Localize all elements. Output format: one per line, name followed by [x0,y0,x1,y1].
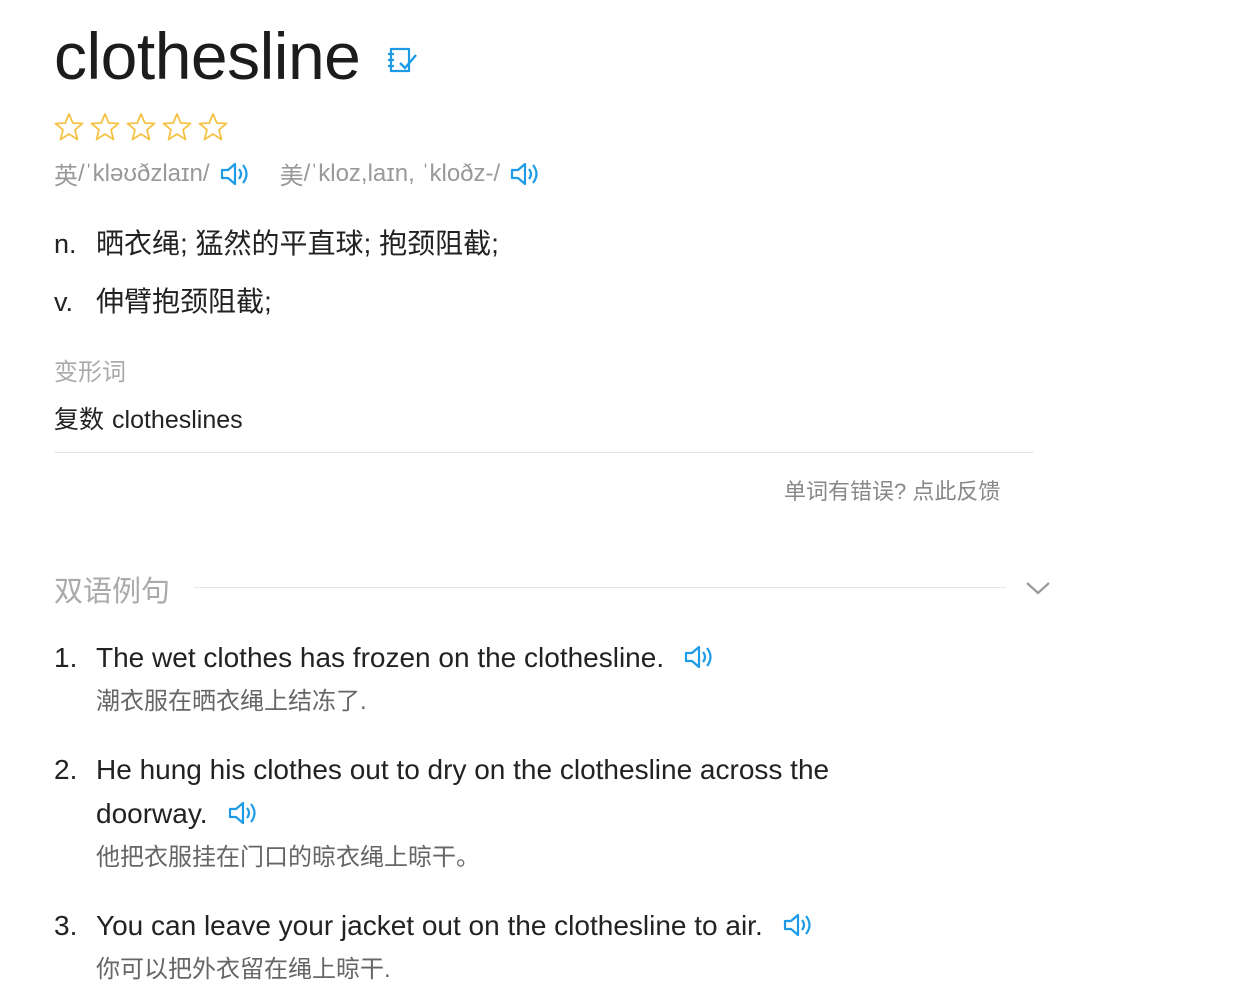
example-english: You can leave your jacket out on the clo… [96,904,894,948]
example-number: 2. [54,754,78,785]
example-chinese: 他把衣服挂在门口的晾衣绳上晾干。 [96,844,480,871]
example-english-text: You can leave your jacket out on the clo… [96,910,763,941]
example-number: 3. [54,910,78,941]
inflections-label: 变形词 [54,359,126,386]
uk-label: 英 [54,163,78,190]
error-feedback-link[interactable]: 单词有错误? 点此反馈 [784,474,1000,506]
word-detail-page: clothesline 英 /ˈkləʊðzlaɪn/ 美 /ˈkloz,laɪ… [0,0,1250,998]
us-phonetic: 美 /ˈkloz,laɪn, ˈkloðz-/ [280,156,543,191]
star-icon [54,113,84,141]
inflection-type: 复数 [54,406,105,434]
example-item: 2. He hung his clothes out to dry on the… [54,748,874,878]
definition-text: 晒衣绳; 猛然的平直球; 抱颈阻截; [96,228,499,259]
example-pronounce-button[interactable] [781,908,815,942]
uk-phonetic-text: /ˈkləʊðzlaɪn/ [78,159,210,187]
uk-pronounce-button[interactable] [218,157,252,191]
star-rating [54,112,228,142]
example-pronounce-button[interactable] [682,640,716,674]
add-to-wordbook-button[interactable] [384,42,420,78]
us-pronounce-button[interactable] [508,157,542,191]
example-sentences: 1. The wet clothes has frozen on the clo… [54,636,954,990]
star-icon [198,113,228,141]
section-divider [194,587,1006,588]
speaker-icon [511,162,538,185]
example-english: The wet clothes has frozen on the clothe… [96,636,794,680]
collapse-section-button[interactable] [1022,574,1054,602]
star-icon [162,113,192,141]
word-header: clothesline [54,16,420,96]
example-chinese: 你可以把外衣留在绳上晾干. [96,956,391,983]
wordbook-add-icon [388,47,418,73]
example-english-text: He hung his clothes out to dry on the cl… [96,754,830,829]
definition-item: v. 伸臂抱颈阻截; [54,280,499,338]
us-phonetic-text: /ˈkloz,laɪn, ˈkloðz-/ [303,159,501,187]
definition-text: 伸臂抱颈阻截; [96,286,272,317]
example-pronounce-button[interactable] [226,796,260,830]
speaker-icon [220,162,248,185]
headword: clothesline [54,19,361,93]
star-icon [90,113,120,141]
example-item: 1. The wet clothes has frozen on the clo… [54,636,794,722]
part-of-speech: v. [54,287,73,317]
part-of-speech: n. [54,229,77,259]
star-icon [126,113,156,141]
definition-item: n. 晒衣绳; 猛然的平直球; 抱颈阻截; [54,222,499,280]
chevron-down-icon [1026,582,1050,595]
phonetic-row: 英 /ˈkləʊðzlaɪn/ 美 /ˈkloz,laɪn, ˈkloðz-/ [54,156,542,191]
example-item: 3. You can leave your jacket out on the … [54,904,894,990]
uk-phonetic: 英 /ˈkləʊðzlaɪn/ [54,156,252,191]
bilingual-section-title: 双语例句 [54,576,171,608]
definitions-list: n. 晒衣绳; 猛然的平直球; 抱颈阻截; v. 伸臂抱颈阻截; [54,222,499,338]
example-english-text: The wet clothes has frozen on the clothe… [96,642,665,673]
inflection-item: 复数 clotheslines [54,400,243,436]
example-number: 1. [54,642,78,673]
example-english: He hung his clothes out to dry on the cl… [96,748,874,836]
example-chinese: 潮衣服在晒衣绳上结冻了. [96,688,367,715]
divider [54,452,1034,453]
us-label: 美 [279,163,304,190]
inflection-form[interactable]: clotheslines [112,406,243,434]
speaker-icon [685,645,712,668]
speaker-icon [228,801,256,824]
speaker-icon [783,913,811,936]
